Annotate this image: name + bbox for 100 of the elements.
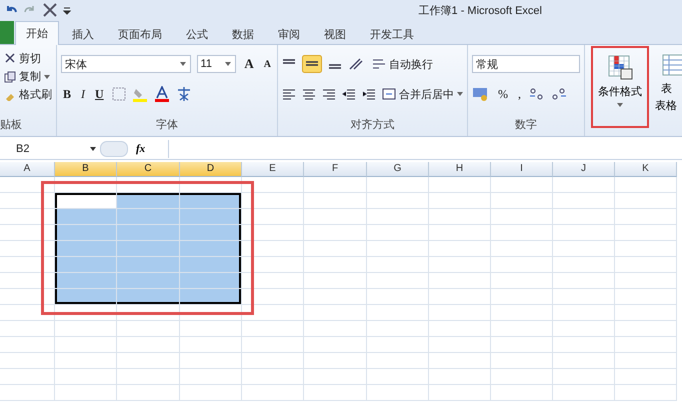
cell[interactable] (304, 353, 367, 369)
cell[interactable] (55, 305, 117, 321)
cell[interactable] (429, 225, 491, 241)
cell[interactable] (304, 273, 367, 289)
cell[interactable] (429, 369, 491, 385)
cell[interactable] (180, 273, 242, 289)
ribbon-tab[interactable]: 公式 (175, 22, 219, 44)
cell[interactable] (117, 369, 180, 385)
cell[interactable] (304, 305, 367, 321)
column-header[interactable]: E (242, 162, 304, 177)
cell[interactable] (367, 305, 429, 321)
column-header[interactable]: H (429, 162, 491, 177)
align-left-icon[interactable] (282, 88, 296, 100)
cell[interactable] (242, 385, 304, 401)
grow-font-button[interactable]: A (242, 56, 256, 72)
cell[interactable] (429, 305, 491, 321)
cell[interactable] (55, 385, 117, 401)
cell[interactable] (0, 385, 55, 401)
cell[interactable] (0, 177, 55, 193)
column-header[interactable]: B (55, 162, 117, 177)
comma-button[interactable]: , (516, 86, 523, 102)
cell[interactable] (615, 369, 677, 385)
italic-button[interactable]: I (79, 86, 88, 102)
column-header[interactable]: K (615, 162, 677, 177)
cell[interactable] (242, 257, 304, 273)
cell[interactable] (615, 321, 677, 337)
cell[interactable] (367, 241, 429, 257)
cell[interactable] (304, 209, 367, 225)
cell[interactable] (117, 225, 180, 241)
cell[interactable] (491, 289, 553, 305)
decrease-decimal-icon[interactable] (551, 87, 567, 101)
currency-icon[interactable] (472, 86, 490, 102)
cell[interactable] (180, 193, 242, 209)
cut-button[interactable]: 剪切 (4, 51, 52, 66)
align-center-icon[interactable] (302, 88, 316, 100)
cell[interactable] (429, 241, 491, 257)
ribbon-tab[interactable]: 插入 (61, 22, 105, 44)
cell[interactable] (117, 193, 180, 209)
cell[interactable] (367, 321, 429, 337)
cell[interactable] (304, 385, 367, 401)
cell[interactable] (367, 177, 429, 193)
cell[interactable] (242, 353, 304, 369)
cell[interactable] (55, 369, 117, 385)
cell[interactable] (491, 225, 553, 241)
increase-indent-icon[interactable] (362, 88, 376, 100)
cell[interactable] (55, 257, 117, 273)
cell[interactable] (429, 209, 491, 225)
cell[interactable] (242, 193, 304, 209)
cell[interactable] (180, 337, 242, 353)
format-as-table-button[interactable]: 表 表格 (655, 45, 682, 136)
cell[interactable] (491, 369, 553, 385)
cell[interactable] (553, 353, 615, 369)
cell[interactable] (242, 321, 304, 337)
ribbon-tab[interactable]: 视图 (313, 22, 357, 44)
cell[interactable] (0, 337, 55, 353)
cell[interactable] (553, 193, 615, 209)
cell[interactable] (55, 321, 117, 337)
font-size-dropdown[interactable]: 11 (196, 55, 236, 73)
cell[interactable] (491, 193, 553, 209)
cell[interactable] (180, 289, 242, 305)
cell[interactable] (429, 177, 491, 193)
cell[interactable] (553, 257, 615, 273)
column-header[interactable]: A (0, 162, 55, 177)
cell[interactable] (117, 353, 180, 369)
cell[interactable] (491, 273, 553, 289)
cell[interactable] (117, 385, 180, 401)
cell[interactable] (553, 289, 615, 305)
merge-center-button[interactable]: 合并后居中 (382, 86, 463, 102)
wrap-text-button[interactable]: 自动换行 (372, 56, 433, 72)
cell[interactable] (55, 209, 117, 225)
cell[interactable] (55, 273, 117, 289)
cell[interactable] (367, 385, 429, 401)
cell[interactable] (242, 273, 304, 289)
cell[interactable] (304, 257, 367, 273)
format-painter-button[interactable]: 格式刷 (4, 87, 52, 102)
cell[interactable] (367, 193, 429, 209)
cell[interactable] (180, 225, 242, 241)
cell[interactable] (242, 225, 304, 241)
cell[interactable] (429, 353, 491, 369)
cell[interactable] (615, 241, 677, 257)
cell[interactable] (55, 353, 117, 369)
cell[interactable] (117, 257, 180, 273)
cell[interactable] (180, 369, 242, 385)
cell[interactable] (180, 241, 242, 257)
cell[interactable] (491, 353, 553, 369)
cell[interactable] (180, 321, 242, 337)
cell[interactable] (615, 305, 677, 321)
name-box[interactable]: B2 (0, 140, 100, 158)
cell[interactable] (615, 257, 677, 273)
cell[interactable] (491, 257, 553, 273)
cell[interactable] (242, 337, 304, 353)
cell[interactable] (615, 209, 677, 225)
cell[interactable] (180, 209, 242, 225)
cell[interactable] (117, 209, 180, 225)
cell[interactable] (615, 193, 677, 209)
column-header[interactable]: D (180, 162, 242, 177)
cell[interactable] (553, 225, 615, 241)
cell[interactable] (304, 177, 367, 193)
cell[interactable] (242, 369, 304, 385)
cell[interactable] (117, 305, 180, 321)
